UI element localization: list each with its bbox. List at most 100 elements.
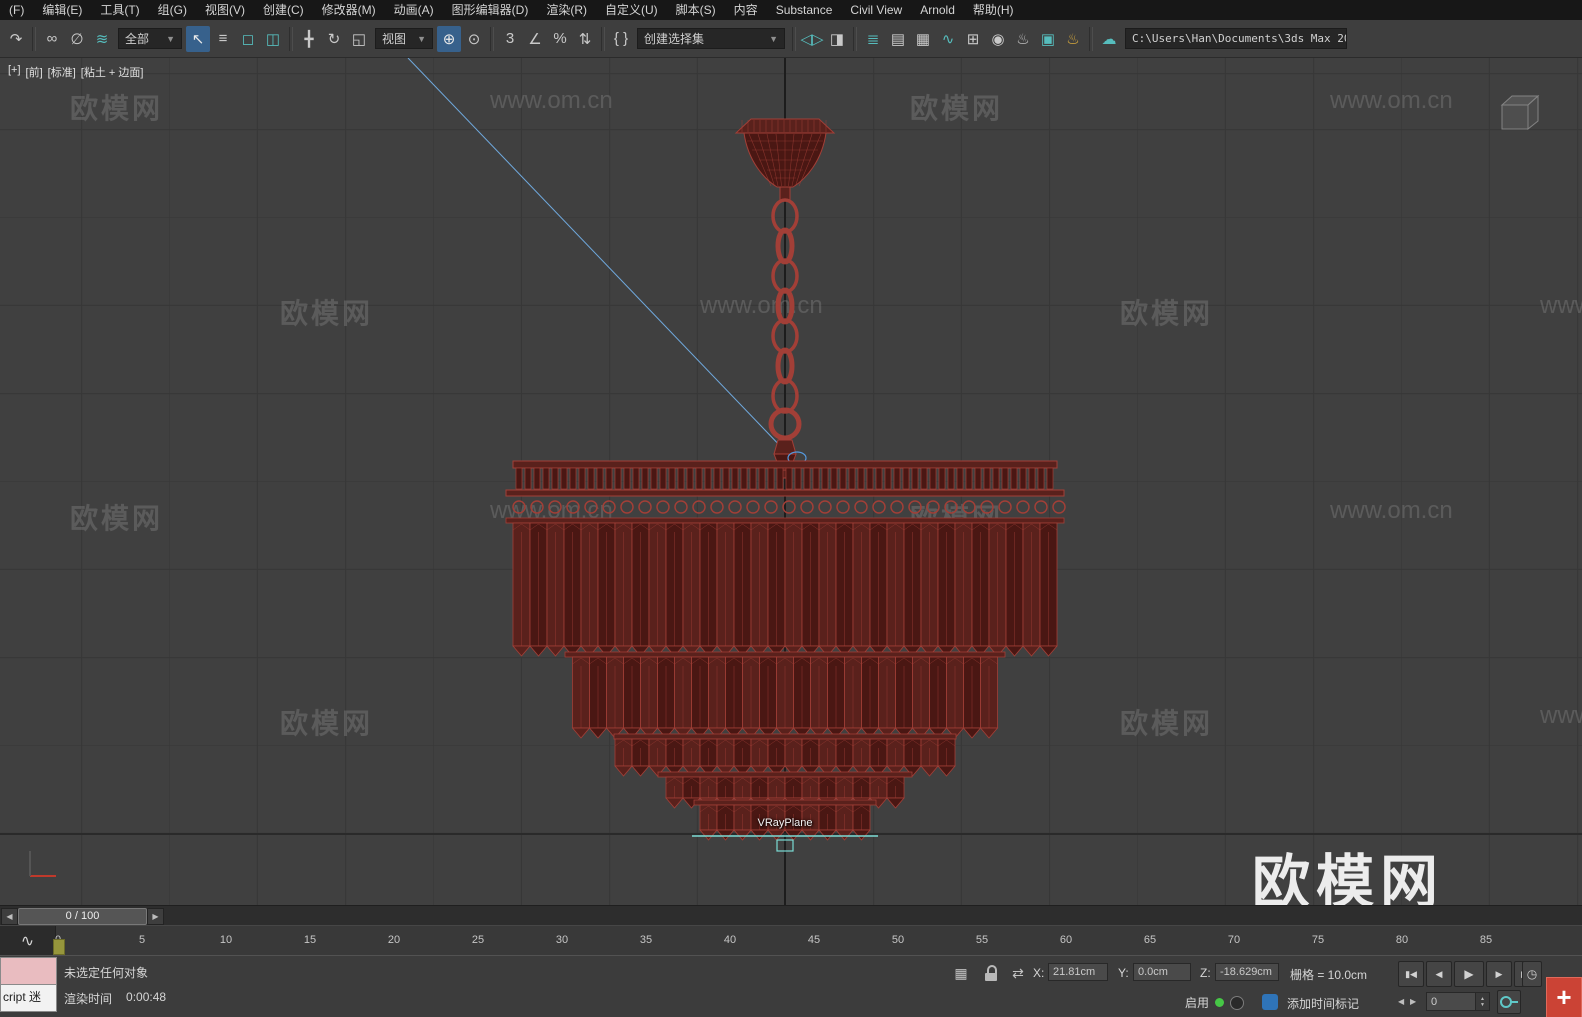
rectangular-selection-region-icon[interactable]: ◻ bbox=[236, 26, 260, 52]
reference-coordinate-dropdown[interactable]: 视图 ▼ bbox=[375, 28, 433, 49]
track-bar[interactable]: ∿ 0510152025303540455055606570758085 bbox=[0, 925, 1582, 957]
maxscript-macro-channel[interactable] bbox=[0, 957, 57, 985]
ruler-tick-label: 45 bbox=[807, 934, 821, 946]
use-pivot-center-icon[interactable]: ⊕ bbox=[437, 25, 461, 52]
chevron-down-icon: ▼ bbox=[769, 33, 778, 44]
transform-gizmo-toggle-icon[interactable]: ▦ bbox=[950, 962, 972, 984]
bind-to-space-warp-icon[interactable]: ≋ bbox=[90, 26, 114, 52]
select-and-move-icon[interactable]: ╋ bbox=[297, 26, 321, 52]
menu-item[interactable]: 创建(C) bbox=[254, 0, 313, 20]
current-frame-field[interactable]: ▲▼ bbox=[1426, 992, 1490, 1011]
maxscript-mini-listener[interactable]: cript 迷 bbox=[0, 957, 57, 1012]
toolbar-separator bbox=[1089, 26, 1093, 51]
viewport-label: [+] [前] [标准] [粘土 + 边面] bbox=[8, 64, 143, 80]
toggle-layer-explorer-icon[interactable]: ▤ bbox=[886, 26, 910, 52]
viewport-front[interactable]: 欧模网 www.om.cn 欧模网 www.om.cn 欧模网 www.om.cn 欧模网 w… bbox=[0, 57, 1582, 905]
menu-item[interactable]: 脚本(S) bbox=[667, 0, 725, 20]
ruler-tick-label: 20 bbox=[387, 934, 401, 946]
select-and-link-icon[interactable]: ∞ bbox=[40, 26, 64, 52]
menu-item[interactable]: 组(G) bbox=[149, 0, 196, 20]
viewport-view-name[interactable]: [前] bbox=[26, 64, 43, 80]
menu-item[interactable]: Arnold bbox=[911, 0, 964, 20]
curve-editor-icon[interactable]: ∿ bbox=[936, 26, 960, 52]
use-center-flyout-icon[interactable]: ⊙ bbox=[462, 26, 486, 52]
mirror-icon[interactable]: ◁▷ bbox=[800, 26, 824, 52]
select-by-name-icon[interactable]: ≡ bbox=[211, 26, 235, 52]
degradation-toggle[interactable] bbox=[1230, 995, 1245, 1010]
menu-item[interactable]: 编辑(E) bbox=[33, 0, 91, 20]
menu-item[interactable]: Civil View bbox=[841, 0, 911, 20]
listener-text: cript 迷 bbox=[3, 990, 42, 1004]
menu-item[interactable]: 自定义(U) bbox=[596, 0, 667, 20]
menu-item[interactable]: 视图(V) bbox=[196, 0, 254, 20]
z-coordinate-input[interactable] bbox=[1215, 963, 1279, 981]
maxscript-text-channel[interactable]: cript 迷 bbox=[0, 985, 57, 1012]
toggle-scene-explorer-icon[interactable]: ≣ bbox=[861, 26, 885, 52]
render-setup-icon[interactable]: ♨ bbox=[1011, 26, 1035, 52]
align-icon[interactable]: ◨ bbox=[825, 26, 849, 52]
spinner-snap-icon[interactable]: ⇅ bbox=[573, 26, 597, 52]
x-coordinate-input[interactable] bbox=[1048, 963, 1108, 981]
time-slider-handle[interactable]: 0 / 100 bbox=[18, 908, 147, 925]
rendered-frame-window-icon[interactable]: ▣ bbox=[1036, 26, 1060, 52]
selection-filter-dropdown[interactable]: 全部 ▼ bbox=[118, 28, 182, 49]
select-and-rotate-icon[interactable]: ↻ bbox=[322, 26, 346, 52]
menu-item[interactable]: 渲染(R) bbox=[537, 0, 596, 20]
y-coordinate-input[interactable] bbox=[1133, 963, 1191, 981]
toggle-ribbon-icon[interactable]: ▦ bbox=[911, 26, 935, 52]
menu-item[interactable]: 帮助(H) bbox=[964, 0, 1023, 20]
angle-snap-icon[interactable]: ∠ bbox=[523, 26, 547, 52]
named-selection-sets-dropdown[interactable]: 创建选择集 ▼ bbox=[637, 28, 785, 49]
add-time-tag[interactable]: 添加时间标记 bbox=[1287, 995, 1359, 1012]
edit-named-selection-sets-icon[interactable]: { } bbox=[609, 26, 633, 52]
menu-item[interactable]: 修改器(M) bbox=[313, 0, 385, 20]
lock-body bbox=[985, 973, 997, 981]
snap-toggle-3d-icon[interactable]: 3 bbox=[498, 26, 522, 52]
time-tag-icon[interactable] bbox=[1262, 994, 1278, 1010]
go-to-start-button[interactable]: ▮◀ bbox=[1398, 961, 1424, 987]
menu-item[interactable]: 工具(T) bbox=[91, 0, 148, 20]
key-mode-toggle[interactable] bbox=[1497, 990, 1521, 1014]
play-button[interactable]: ▶ bbox=[1454, 961, 1484, 987]
selection-lock-icon[interactable] bbox=[980, 962, 1002, 984]
cloud-render-icon[interactable]: ☁ bbox=[1097, 26, 1121, 52]
time-configuration-button[interactable]: ◷ bbox=[1522, 961, 1542, 987]
percent-snap-icon[interactable]: % bbox=[548, 26, 572, 52]
menu-item[interactable]: 图形编辑器(D) bbox=[443, 0, 538, 20]
previous-frame-button[interactable]: ◀ bbox=[1426, 961, 1452, 987]
previous-key-button[interactable]: ◀ bbox=[1, 908, 18, 925]
menu-item[interactable]: 内容 bbox=[725, 0, 767, 20]
project-folder-dropdown[interactable]: C:\Users\Han\Documents\3ds Max 2022 ▼ bbox=[1125, 28, 1347, 49]
chevron-down-icon: ▼ bbox=[166, 33, 175, 44]
current-frame-marker[interactable] bbox=[53, 939, 65, 955]
select-object-icon[interactable]: ↖ bbox=[186, 25, 210, 52]
mini-curve-editor-button[interactable]: ∿ bbox=[0, 926, 56, 955]
menu-item[interactable]: (F) bbox=[0, 0, 33, 20]
toolbar-separator bbox=[32, 26, 36, 51]
ruler-tick-label: 10 bbox=[219, 934, 233, 946]
viewport-shading-mode[interactable]: [粘土 + 边面] bbox=[81, 64, 144, 80]
time-slider[interactable]: ◀ 0 / 100 ▶ bbox=[0, 905, 1582, 926]
grid-size-readout: 栅格 = 10.0cm bbox=[1290, 968, 1368, 982]
material-editor-icon[interactable]: ◉ bbox=[986, 26, 1010, 52]
viewcube[interactable] bbox=[1492, 91, 1552, 133]
viewport-menu-plus[interactable]: [+] bbox=[8, 64, 21, 80]
menu-item[interactable]: 动画(A) bbox=[385, 0, 443, 20]
window-crossing-icon[interactable]: ◫ bbox=[261, 26, 285, 52]
next-key-button[interactable]: ▶ bbox=[147, 908, 164, 925]
schematic-view-icon[interactable]: ⊞ bbox=[961, 26, 985, 52]
key-step-back-icon[interactable]: ◀ bbox=[1398, 997, 1404, 1006]
select-and-scale-icon[interactable]: ◱ bbox=[347, 26, 371, 52]
ruler-tick-label: 80 bbox=[1395, 934, 1409, 946]
redo-icon[interactable]: ↷ bbox=[4, 26, 28, 52]
key-step-forward-icon[interactable]: ▶ bbox=[1410, 997, 1416, 1006]
viewport-render-mode[interactable]: [标准] bbox=[48, 64, 76, 80]
absolute-offset-toggle-icon[interactable]: ⇄ bbox=[1007, 962, 1029, 984]
y-label: Y: bbox=[1118, 966, 1129, 980]
add-button[interactable]: + bbox=[1546, 977, 1582, 1017]
frame-spinner[interactable]: ▲ ▼ bbox=[1475, 993, 1489, 1010]
menu-item[interactable]: Substance bbox=[767, 0, 842, 20]
next-frame-button[interactable]: ▶ bbox=[1486, 961, 1512, 987]
render-production-icon[interactable]: ♨ bbox=[1061, 26, 1085, 52]
unlink-selection-icon[interactable]: ∅ bbox=[65, 26, 89, 52]
